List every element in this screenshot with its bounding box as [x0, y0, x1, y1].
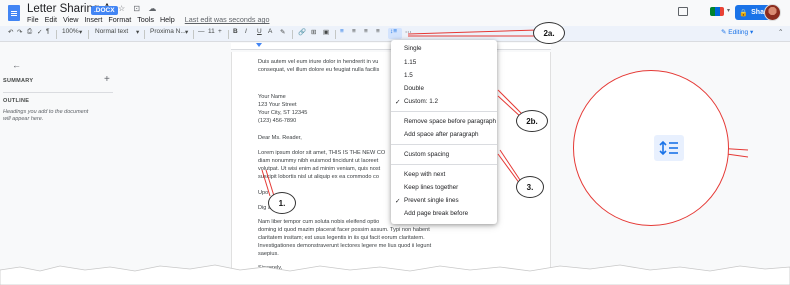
line-spacing-icon: [659, 140, 678, 156]
callout-2a: 2a.: [533, 22, 565, 44]
callout-2b: 2b.: [516, 110, 548, 132]
torn-edge: [0, 264, 790, 285]
zoomed-line-spacing-icon: [654, 135, 684, 161]
callout-1: 1.: [268, 192, 296, 214]
zoom-magnifier: [573, 70, 729, 226]
callout-3: 3.: [516, 176, 544, 198]
